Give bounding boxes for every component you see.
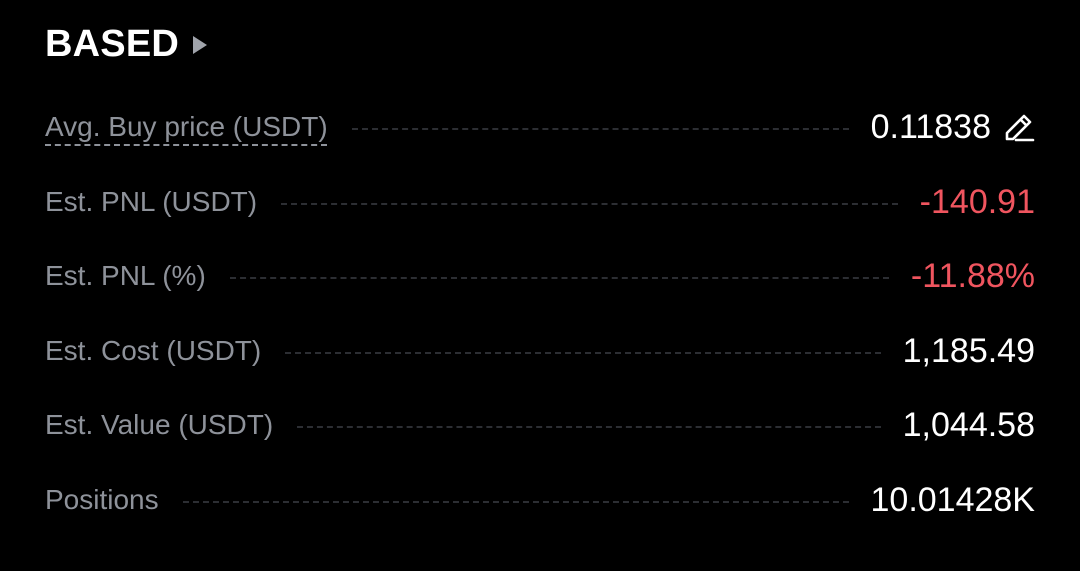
avg-buy-price-label[interactable]: Avg. Buy price (USDT): [45, 109, 328, 145]
row-est-value: Est. Value (USDT) 1,044.58: [45, 388, 1035, 463]
positions-value: 10.01428K: [870, 480, 1036, 519]
row-est-pnl-percent: Est. PNL (%) -11.88%: [45, 239, 1035, 314]
dotted-leader: [285, 351, 881, 354]
dotted-leader: [182, 500, 849, 503]
est-pnl-usdt-label: Est. PNL (USDT): [45, 185, 258, 217]
row-avg-buy-price: Avg. Buy price (USDT) 0.11838: [45, 90, 1035, 165]
est-cost-label: Est. Cost (USDT): [45, 334, 262, 366]
position-details: Avg. Buy price (USDT) 0.11838 Est. PNL (…: [45, 90, 1035, 537]
row-est-cost: Est. Cost (USDT) 1,185.49: [45, 314, 1035, 389]
row-positions: Positions 10.01428K: [45, 463, 1035, 538]
positions-label: Positions: [45, 483, 159, 515]
pencil-edit-icon[interactable]: [1001, 109, 1037, 145]
est-pnl-percent-label: Est. PNL (%): [45, 260, 206, 292]
caret-right-icon[interactable]: [193, 36, 208, 54]
avg-buy-price-value: 0.11838: [870, 108, 991, 147]
dotted-leader: [281, 202, 898, 205]
est-pnl-percent-value: -11.88%: [910, 257, 1035, 296]
asset-name[interactable]: BASED: [45, 22, 179, 66]
dotted-leader: [229, 277, 889, 280]
asset-header[interactable]: BASED: [45, 22, 208, 66]
est-value-value: 1,044.58: [902, 406, 1035, 445]
dotted-leader: [297, 426, 881, 429]
est-pnl-usdt-value: -140.91: [919, 182, 1035, 221]
avg-buy-price-value-group: 0.11838: [871, 107, 1035, 147]
row-est-pnl-usdt: Est. PNL (USDT) -140.91: [45, 165, 1035, 240]
dotted-leader: [351, 128, 849, 131]
est-value-label: Est. Value (USDT): [45, 409, 274, 441]
est-cost-value: 1,185.49: [902, 331, 1035, 370]
